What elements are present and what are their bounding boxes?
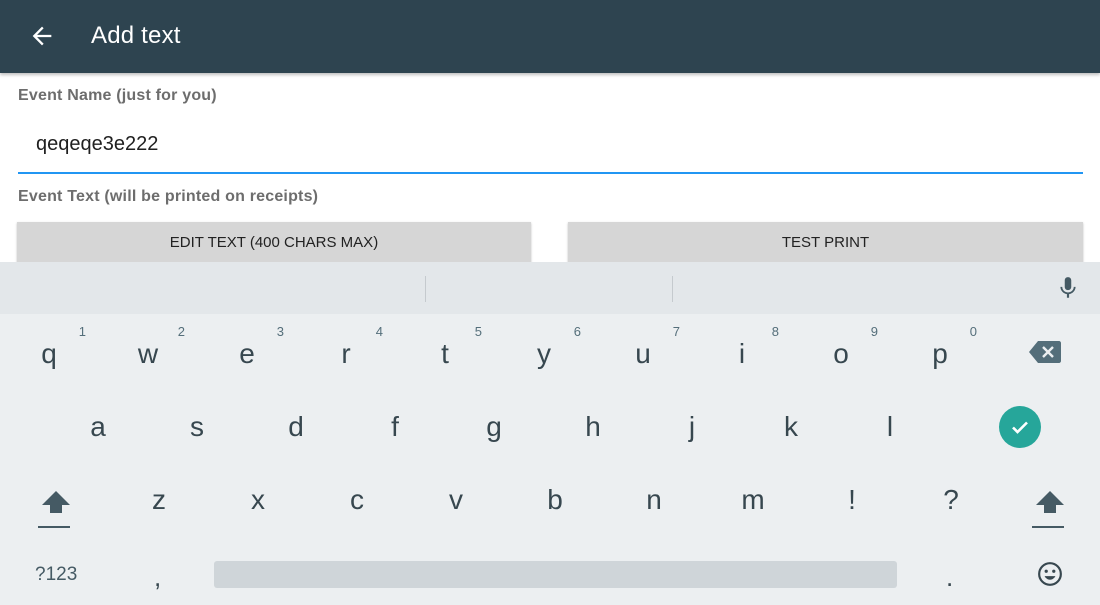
- key-number-hint: 8: [771, 324, 779, 339]
- key-label: w: [137, 338, 159, 369]
- key-label: u: [635, 338, 651, 369]
- key-label: d: [288, 411, 304, 442]
- edit-text-button[interactable]: EDIT TEXT (400 CHARS MAX): [17, 222, 531, 266]
- key-![interactable]: !: [803, 462, 901, 532]
- event-name-input[interactable]: [18, 116, 1083, 174]
- key-w[interactable]: w2: [99, 316, 197, 386]
- key-label: f: [391, 411, 399, 442]
- key-label: m: [741, 484, 765, 515]
- symbols-key[interactable]: ?123: [35, 564, 77, 586]
- key-f[interactable]: f: [346, 389, 444, 459]
- backspace-icon[interactable]: [1028, 340, 1062, 364]
- key-m[interactable]: m: [704, 462, 802, 532]
- key-x[interactable]: x: [209, 462, 307, 532]
- page-title: Add text: [91, 22, 181, 49]
- key-label: o: [833, 338, 849, 369]
- key-j[interactable]: j: [643, 389, 741, 459]
- key-number-hint: 2: [177, 324, 185, 339]
- key-label: g: [486, 411, 502, 442]
- key-label: !: [848, 484, 856, 515]
- key-label: b: [547, 484, 563, 515]
- key-?[interactable]: ?: [902, 462, 1000, 532]
- key-label: s: [190, 411, 204, 442]
- emoji-icon[interactable]: [1037, 561, 1063, 587]
- space-bar[interactable]: [214, 561, 897, 588]
- key-label: q: [41, 338, 57, 369]
- shift-left-icon[interactable]: [36, 488, 76, 530]
- key-t[interactable]: t5: [396, 316, 494, 386]
- key-label: k: [784, 411, 798, 442]
- check-icon: [1012, 421, 1028, 434]
- key-k[interactable]: k: [742, 389, 840, 459]
- key-c[interactable]: c: [308, 462, 406, 532]
- key-number-hint: 0: [969, 324, 977, 339]
- key-y[interactable]: y6: [495, 316, 593, 386]
- key-d[interactable]: d: [247, 389, 345, 459]
- key-label: n: [646, 484, 662, 515]
- key-u[interactable]: u7: [594, 316, 692, 386]
- key-a[interactable]: a: [49, 389, 147, 459]
- event-text-label: Event Text (will be printed on receipts): [18, 188, 319, 205]
- key-label: l: [886, 411, 894, 442]
- key-number-hint: 9: [870, 324, 878, 339]
- key-i[interactable]: i8: [693, 316, 791, 386]
- key-label: i: [738, 338, 746, 369]
- comma-key[interactable]: ,: [154, 562, 161, 593]
- key-label: e: [239, 338, 255, 369]
- key-label: z: [152, 484, 166, 515]
- key-label: h: [585, 411, 601, 442]
- key-label: ?: [943, 484, 959, 515]
- key-l[interactable]: l: [841, 389, 939, 459]
- key-z[interactable]: z: [110, 462, 208, 532]
- key-label: r: [341, 338, 351, 369]
- key-h[interactable]: h: [544, 389, 642, 459]
- key-number-hint: 4: [375, 324, 383, 339]
- key-s[interactable]: s: [148, 389, 246, 459]
- key-v[interactable]: v: [407, 462, 505, 532]
- key-label: c: [350, 484, 364, 515]
- period-key[interactable]: .: [946, 562, 953, 593]
- key-number-hint: 5: [474, 324, 482, 339]
- key-label: p: [932, 338, 948, 369]
- key-number-hint: 6: [573, 324, 581, 339]
- suggestion-divider: [425, 276, 426, 302]
- key-b[interactable]: b: [506, 462, 604, 532]
- key-number-hint: 7: [672, 324, 680, 339]
- key-label: j: [688, 411, 696, 442]
- soft-keyboard: q1w2e3r4t5y6u7i8o9p0 asdfghjkl z x c v b n m!?…: [0, 262, 1100, 605]
- suggestion-divider: [672, 276, 673, 302]
- key-label: v: [449, 484, 463, 515]
- arrow-back-icon[interactable]: [28, 22, 56, 50]
- key-n[interactable]: n: [605, 462, 703, 532]
- suggestion-strip: [0, 262, 1100, 314]
- key-g[interactable]: g: [445, 389, 543, 459]
- microphone-icon[interactable]: [1055, 274, 1081, 302]
- key-number-hint: 1: [78, 324, 86, 339]
- done-key[interactable]: [999, 406, 1041, 448]
- test-print-button[interactable]: TEST PRINT: [568, 222, 1083, 266]
- key-label: y: [537, 338, 551, 369]
- key-number-hint: 3: [276, 324, 284, 339]
- key-label: x: [251, 484, 265, 515]
- key-r[interactable]: r4: [297, 316, 395, 386]
- key-e[interactable]: e3: [198, 316, 296, 386]
- key-o[interactable]: o9: [792, 316, 890, 386]
- app-bar: Add text: [0, 0, 1100, 73]
- key-p[interactable]: p0: [891, 316, 989, 386]
- event-name-label: Event Name (just for you): [18, 87, 217, 104]
- key-label: t: [441, 338, 449, 369]
- key-label: a: [90, 411, 106, 442]
- shift-right-icon[interactable]: [1030, 488, 1070, 530]
- key-q[interactable]: q1: [0, 316, 98, 386]
